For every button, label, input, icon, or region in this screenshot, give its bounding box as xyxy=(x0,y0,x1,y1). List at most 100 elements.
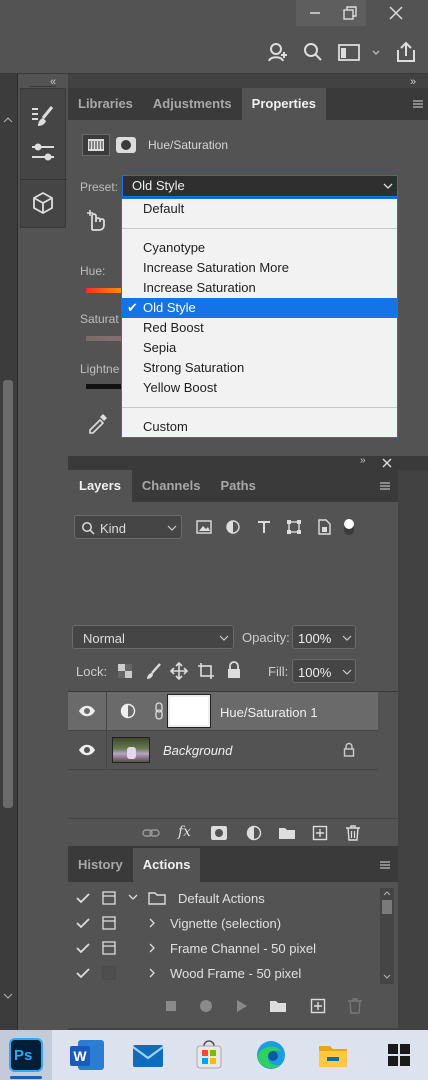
lock-all-icon[interactable] xyxy=(226,661,242,679)
filter-pixel-icon[interactable] xyxy=(196,519,212,535)
layer-filter-select[interactable]: Kind xyxy=(74,515,182,539)
record-icon[interactable] xyxy=(200,1000,212,1012)
dialog-toggle-empty[interactable] xyxy=(102,966,116,980)
preset-option[interactable]: Strong Saturation xyxy=(122,358,397,378)
tab-adjustments[interactable]: Adjustments xyxy=(143,88,242,120)
eye-icon[interactable] xyxy=(78,704,96,718)
store-icon[interactable] xyxy=(192,1038,226,1072)
workspace-button[interactable] xyxy=(334,40,382,64)
new-layer-icon[interactable] xyxy=(312,825,328,841)
filter-shape-icon[interactable] xyxy=(286,519,302,535)
new-group-icon[interactable] xyxy=(278,826,296,840)
link-icon[interactable] xyxy=(154,702,164,720)
search-button[interactable] xyxy=(300,40,326,64)
libraries-panel-button[interactable] xyxy=(27,103,59,131)
layer-row[interactable]: Background xyxy=(68,731,378,769)
saturation-slider-track[interactable] xyxy=(86,336,126,341)
action-row[interactable]: Default Actions xyxy=(68,886,378,911)
new-set-icon[interactable] xyxy=(269,999,287,1013)
dialog-toggle-icon[interactable] xyxy=(102,916,116,930)
filter-adjustment-icon[interactable] xyxy=(225,519,241,535)
dialog-toggle-icon[interactable] xyxy=(102,941,116,955)
layer-mask-thumbnail[interactable] xyxy=(167,694,211,728)
tab-channels[interactable]: Channels xyxy=(132,470,211,502)
filter-toggle[interactable] xyxy=(344,519,354,535)
tab-actions[interactable]: Actions xyxy=(132,848,201,882)
play-icon[interactable] xyxy=(236,999,248,1013)
3d-panel-button[interactable] xyxy=(27,189,59,217)
eye-icon[interactable] xyxy=(78,743,96,757)
trash-icon[interactable] xyxy=(345,824,361,842)
lock-transparent-icon[interactable] xyxy=(117,663,133,679)
layer-row[interactable]: Hue/Saturation 1 xyxy=(68,692,378,730)
tab-paths[interactable]: Paths xyxy=(210,470,265,502)
scroll-up-icon[interactable] xyxy=(2,114,14,126)
start-icon[interactable] xyxy=(382,1038,416,1072)
document-scrollbar-thumb[interactable] xyxy=(3,380,13,808)
action-row[interactable]: Wood Frame - 50 pixel xyxy=(68,961,378,986)
preset-select[interactable]: Old Style xyxy=(122,175,398,197)
stop-icon[interactable] xyxy=(166,1001,176,1011)
minimize-button[interactable] xyxy=(296,0,334,26)
preset-option[interactable]: Increase Saturation More xyxy=(122,258,397,278)
preset-option[interactable]: Custom xyxy=(122,417,397,437)
photoshop-icon[interactable]: Ps xyxy=(9,1038,43,1072)
preset-option[interactable]: ✔ Old Style xyxy=(122,298,397,318)
hue-slider-track[interactable] xyxy=(86,288,126,293)
check-icon[interactable] xyxy=(76,967,90,979)
scroll-down-icon[interactable] xyxy=(2,990,14,1002)
chevron-right-icon[interactable] xyxy=(148,968,156,978)
check-icon[interactable] xyxy=(76,892,90,904)
actions-scrollbar[interactable] xyxy=(380,888,394,984)
restore-button[interactable] xyxy=(334,0,366,26)
collapse-right-icon[interactable]: » xyxy=(360,455,366,466)
layer-name[interactable]: Background xyxy=(163,743,232,758)
tab-libraries[interactable]: Libraries xyxy=(68,88,143,120)
lightness-slider-track[interactable] xyxy=(86,384,126,389)
share-button[interactable] xyxy=(392,40,420,64)
eyedropper-button[interactable] xyxy=(86,410,112,436)
tab-layers[interactable]: Layers xyxy=(68,470,132,502)
file-explorer-icon[interactable] xyxy=(316,1038,350,1072)
adjustments-panel-button[interactable] xyxy=(27,139,59,167)
layers-menu-button[interactable] xyxy=(374,470,398,502)
close-icon[interactable] xyxy=(382,458,392,468)
preset-option[interactable]: Yellow Boost xyxy=(122,378,397,398)
scroll-down-icon[interactable] xyxy=(383,974,391,980)
new-adjustment-icon[interactable] xyxy=(246,825,262,841)
tab-properties[interactable]: Properties xyxy=(241,88,326,120)
properties-menu-button[interactable] xyxy=(408,88,428,120)
lock-position-icon[interactable] xyxy=(170,662,188,680)
preset-option[interactable]: Sepia xyxy=(122,338,397,358)
adjustment-type-button[interactable] xyxy=(82,134,110,156)
action-row[interactable]: Frame Channel - 50 pixel xyxy=(68,936,378,961)
link-layers-icon[interactable] xyxy=(142,827,160,839)
check-icon[interactable] xyxy=(76,917,90,929)
share-profile-button[interactable] xyxy=(264,40,290,64)
preset-option[interactable]: Default xyxy=(122,199,397,219)
action-row[interactable]: Vignette (selection) xyxy=(68,911,378,936)
layer-thumbnail[interactable] xyxy=(112,737,150,763)
collapse-right-icon[interactable]: » xyxy=(410,76,416,88)
scroll-up-icon[interactable] xyxy=(383,890,391,896)
fill-field[interactable]: 100% xyxy=(292,659,356,683)
layer-mask-button[interactable] xyxy=(114,134,138,156)
chevron-down-icon[interactable] xyxy=(128,894,138,902)
fx-icon[interactable]: fx xyxy=(178,824,191,840)
word-icon[interactable]: W xyxy=(70,1038,104,1072)
blend-mode-select[interactable]: Normal xyxy=(72,625,234,649)
preset-option[interactable]: Red Boost xyxy=(122,318,397,338)
check-icon[interactable] xyxy=(76,942,90,954)
actions-menu-button[interactable] xyxy=(374,848,398,882)
chevron-right-icon[interactable] xyxy=(148,943,156,953)
preset-option[interactable]: Increase Saturation xyxy=(122,278,397,298)
mail-icon[interactable] xyxy=(131,1038,165,1072)
opacity-field[interactable]: 100% xyxy=(292,625,356,649)
layer-name[interactable]: Hue/Saturation 1 xyxy=(220,705,318,720)
dialog-toggle-icon[interactable] xyxy=(102,891,116,905)
edge-icon[interactable] xyxy=(254,1038,288,1072)
new-action-icon[interactable] xyxy=(310,998,326,1014)
chevron-right-icon[interactable] xyxy=(148,918,156,928)
filter-type-icon[interactable] xyxy=(256,519,272,535)
close-button[interactable] xyxy=(370,0,422,26)
